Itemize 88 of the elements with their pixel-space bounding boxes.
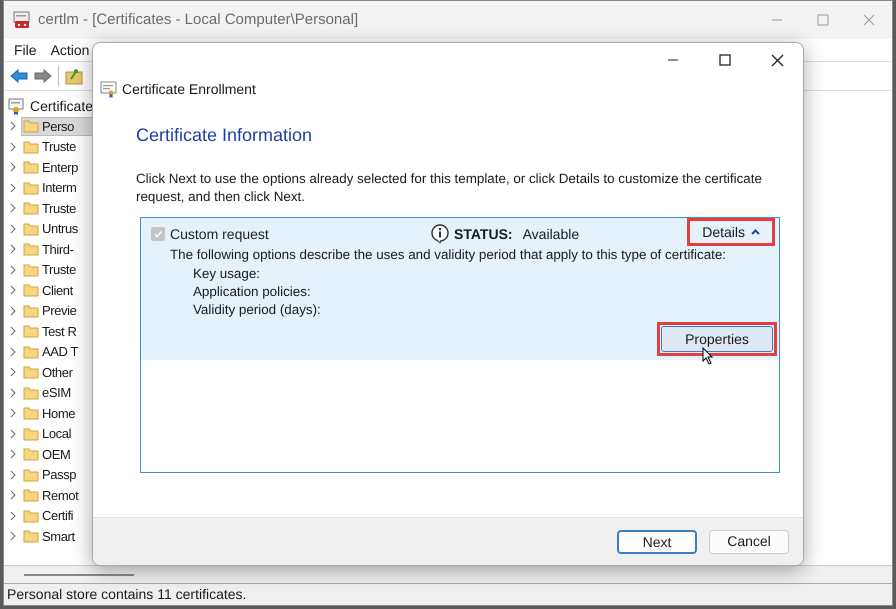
expand-caret-icon[interactable] [8, 346, 18, 357]
expand-caret-icon[interactable] [8, 244, 18, 254]
menu-item[interactable]: File [14, 40, 37, 60]
folder-icon [23, 344, 39, 359]
next-button[interactable]: Next [617, 530, 697, 554]
tree-item[interactable]: eSIM [21, 383, 132, 402]
folder-icon [23, 180, 39, 195]
tree-item[interactable]: AAD T [21, 342, 140, 362]
expand-caret-icon[interactable] [8, 203, 18, 214]
expand-caret-icon[interactable] [8, 408, 18, 418]
folder-icon [23, 160, 39, 174]
folder-icon [23, 529, 39, 544]
tree-item[interactable]: Remot [21, 486, 140, 505]
expand-caret-icon[interactable] [8, 490, 18, 500]
back-arrow-icon[interactable] [10, 69, 28, 83]
folder-icon [23, 447, 39, 462]
status-label: STATUS: [454, 224, 513, 244]
tree-item[interactable]: Truste [21, 260, 137, 280]
tree-item[interactable]: Passp [21, 465, 138, 484]
window-title: certlm - [Certificates - Local Computer\Personal] [38, 10, 358, 30]
expand-caret-icon[interactable] [8, 449, 18, 460]
folder-icon [23, 324, 39, 338]
description-text: The following options describe the uses and validity period that apply to this type of certificate: [170, 246, 728, 264]
expand-caret-icon[interactable] [8, 162, 18, 172]
folder-icon [23, 140, 39, 154]
cursor-icon [702, 347, 714, 365]
tree-item[interactable]: Other [21, 362, 134, 382]
tree-item[interactable]: Untrus [21, 219, 139, 238]
dialog-title: Certificate Enrollment [122, 80, 256, 98]
folder-icon [23, 222, 39, 236]
folder-icon [23, 508, 39, 523]
intro-text: Click Next to use the options already selected for this template, or click Details to customize the certificate request, and then click Next. [136, 170, 763, 206]
status-bar-text: Personal store contains 11 certificates. [7, 585, 246, 604]
tree-item[interactable]: Home [21, 404, 136, 423]
info-icon [430, 224, 450, 244]
folder-icon [23, 406, 39, 420]
forward-arrow-icon[interactable] [34, 69, 52, 83]
expand-caret-icon[interactable] [8, 142, 18, 152]
expand-caret-icon[interactable] [8, 306, 18, 316]
menu-item[interactable]: Action [50, 40, 90, 60]
expand-caret-icon[interactable] [8, 531, 18, 542]
expand-caret-icon[interactable] [8, 428, 18, 439]
expand-caret-icon[interactable] [8, 367, 18, 378]
certificate-icon [100, 80, 118, 98]
field-label: Application policies: [193, 283, 312, 301]
field-label: Key usage: [193, 265, 261, 283]
expand-caret-icon[interactable] [8, 326, 18, 336]
tree-item[interactable]: Test R [21, 322, 138, 341]
horizontal-scrollbar[interactable] [4, 565, 892, 583]
tree-item[interactable]: Third- [21, 240, 135, 259]
app-icon [12, 10, 32, 30]
folder-up-icon[interactable] [65, 67, 83, 85]
folder-icon [23, 242, 39, 256]
expand-caret-icon[interactable] [8, 510, 18, 521]
field-label: Validity period (days): [193, 301, 322, 319]
folder-icon [23, 201, 39, 216]
expand-caret-icon[interactable] [8, 182, 18, 193]
dialog-heading: Certificate Information [136, 124, 314, 147]
expand-caret-icon[interactable] [8, 121, 18, 132]
folder-icon [23, 488, 39, 502]
checkbox-label: Custom request [170, 224, 269, 244]
folder-icon [23, 426, 39, 441]
certificate-icon [8, 97, 26, 115]
expand-caret-icon[interactable] [8, 388, 18, 398]
cancel-button[interactable]: Cancel [709, 530, 789, 554]
folder-icon [23, 283, 39, 298]
folder-icon [23, 262, 39, 277]
tree-item[interactable]: Certificate [30, 96, 94, 116]
status-value: Available [522, 224, 580, 244]
tree-item[interactable]: OEM [21, 444, 132, 464]
folder-icon [23, 468, 39, 482]
folder-icon [23, 386, 39, 400]
tree-item[interactable]: Truste [21, 137, 137, 156]
expand-caret-icon[interactable] [8, 470, 18, 480]
tree-item[interactable]: Client [21, 280, 134, 300]
tree-item[interactable]: Certifi [21, 506, 134, 526]
folder-icon [23, 365, 39, 380]
expand-caret-icon[interactable] [8, 264, 18, 275]
tree-item[interactable]: Local [21, 424, 132, 444]
folder-icon [23, 119, 39, 134]
folder-icon [23, 304, 39, 318]
tree-item[interactable]: Smart [21, 526, 136, 546]
scrollbar-thumb[interactable] [24, 574, 134, 576]
expand-caret-icon[interactable] [8, 285, 18, 296]
expand-caret-icon[interactable] [8, 224, 18, 234]
tree-item[interactable]: Interm [21, 178, 138, 198]
tree-item[interactable]: Previe [21, 301, 138, 320]
tree-item[interactable]: Truste [21, 198, 137, 218]
